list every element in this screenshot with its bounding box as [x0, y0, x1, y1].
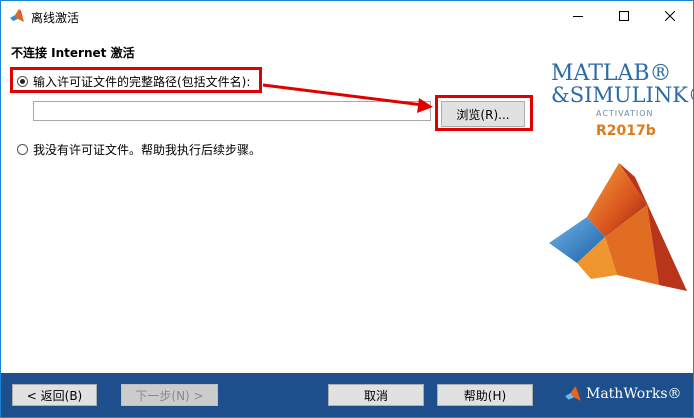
close-button[interactable]: [647, 1, 693, 31]
membrane-logo-icon: [549, 163, 687, 291]
mathworks-brand-text: MathWorks®: [586, 386, 682, 402]
logo-activation-text: ACTIVATION: [596, 109, 654, 118]
no-license-label: 我没有许可证文件。帮助我执行后续步骤。: [33, 143, 262, 157]
page-heading: 不连接 Internet 激活: [11, 46, 135, 60]
logo-simulink-text: &SIMULINK®: [551, 83, 694, 107]
license-path-input[interactable]: [33, 101, 431, 121]
footer-bar: < 返回(B) 下一步(N) > 取消 帮助(H) MathWorks®: [1, 373, 693, 417]
close-icon: [665, 11, 675, 21]
maximize-button[interactable]: [601, 1, 647, 31]
window-title: 离线激活: [31, 11, 80, 25]
no-license-radio[interactable]: [17, 144, 28, 155]
highlight-browse-box: [435, 95, 533, 131]
matlab-simulink-logo: MATLAB® &SIMULINK® ACTIVATION R2017b: [541, 55, 694, 165]
next-button[interactable]: 下一步(N) >: [121, 384, 218, 406]
back-button[interactable]: < 返回(B): [12, 384, 97, 406]
help-button[interactable]: 帮助(H): [437, 384, 533, 406]
cancel-button[interactable]: 取消: [328, 384, 424, 406]
highlight-option-box: [10, 67, 262, 93]
content-panel: 不连接 Internet 激活 输入许可证文件的完整路径(包括文件名): 浏览(…: [1, 31, 693, 373]
minimize-icon: [573, 16, 583, 17]
minimize-button[interactable]: [555, 1, 601, 31]
matlab-icon: [10, 9, 24, 22]
option-no-license[interactable]: 我没有许可证文件。帮助我执行后续步骤。: [17, 141, 261, 158]
offline-activation-window: 离线激活 不连接 Internet 激活 输入许可证文件的完整路径(包括文件名)…: [0, 0, 694, 418]
mathworks-logo-icon: [565, 386, 581, 401]
release-label: R2017b: [596, 123, 656, 139]
title-bar[interactable]: 离线激活: [1, 1, 693, 31]
maximize-icon: [619, 11, 629, 21]
